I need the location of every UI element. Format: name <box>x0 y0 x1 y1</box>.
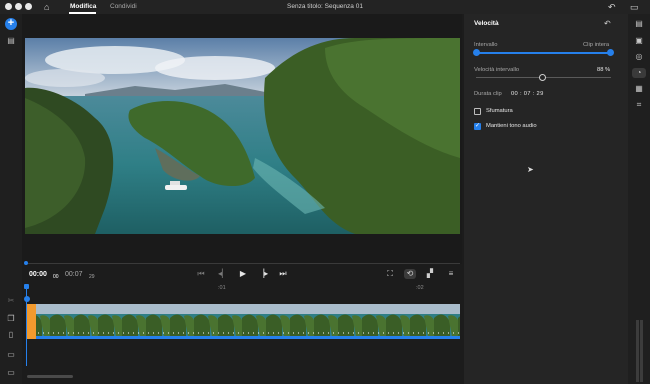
trash-icon[interactable]: ▯ <box>6 330 16 340</box>
speed-value[interactable]: 88 % <box>597 66 610 74</box>
range-end-label: Clip intera <box>583 42 610 48</box>
undo-icon[interactable]: ↶ <box>608 2 616 12</box>
title-bar: ⌂ Modifica Condividi Senza titolo: Seque… <box>0 0 650 14</box>
timeline-scrollbar[interactable] <box>27 375 73 378</box>
mouse-cursor: ➤ <box>527 165 534 174</box>
track-icon[interactable]: ▭ <box>6 350 16 360</box>
video-preview[interactable] <box>25 38 460 234</box>
feedback-icon[interactable]: ▭ <box>630 2 639 12</box>
menu-icon[interactable]: ≡ <box>445 269 457 279</box>
clip-trim-handle[interactable] <box>26 304 36 339</box>
clip-audio-waveform <box>36 332 460 334</box>
properties-icon[interactable]: ▤ <box>634 19 644 29</box>
fit-screen-icon[interactable]: ⛶ <box>384 269 396 279</box>
timeline-marker[interactable] <box>24 296 30 302</box>
sfumatura-label: Sfumatura <box>486 108 513 114</box>
scissors-icon[interactable]: ✂ <box>6 296 16 306</box>
range-label: Intervallo <box>474 42 498 48</box>
step-back-icon[interactable]: ◂▏ <box>218 269 228 279</box>
play-icon[interactable]: ▶ <box>238 269 248 279</box>
document-title: Senza titolo: Sequenza 01 <box>287 3 363 10</box>
loop-icon[interactable]: ⟲ <box>404 269 416 279</box>
playhead-handle[interactable] <box>24 284 29 289</box>
media-icon[interactable]: ▣ <box>634 36 644 46</box>
duration-value[interactable]: 00 : 07 : 29 <box>511 90 544 98</box>
current-timecode: 00:00 <box>29 271 47 278</box>
panel-title: Velocità <box>474 20 499 27</box>
duration-frames: 29 <box>89 274 95 280</box>
safe-zones-icon[interactable]: ▞ <box>424 269 436 279</box>
color-icon[interactable]: ◎ <box>634 52 644 62</box>
speed-icon[interactable]: ◔ <box>632 68 646 78</box>
crop-icon[interactable]: ⌗ <box>634 100 644 110</box>
audio-meter-right <box>640 320 643 382</box>
duration-label: Durata clip <box>474 91 502 97</box>
keep-audio-pitch-checkbox[interactable]: ✓ <box>474 123 481 130</box>
speed-slider-handle[interactable] <box>538 74 546 81</box>
layout-icon[interactable]: ▦ <box>634 84 644 94</box>
keep-audio-pitch-label: Mantieni tono audio <box>486 123 537 129</box>
audio-meter-left <box>636 320 639 382</box>
right-tool-rail: ▤ ▣ ◎ ◔ ▦ ⌗ <box>628 14 650 384</box>
sfumatura-checkbox[interactable] <box>474 108 481 115</box>
go-to-end-icon[interactable]: ⏭ <box>278 269 288 279</box>
step-forward-icon[interactable]: ▕▸ <box>258 269 268 279</box>
add-media-button[interactable]: + <box>5 18 17 30</box>
fit-icon[interactable]: ▭ <box>6 368 16 378</box>
range-start-handle[interactable] <box>473 49 480 56</box>
range-slider[interactable] <box>476 52 611 54</box>
scrub-playhead[interactable] <box>24 261 28 265</box>
range-end-handle[interactable] <box>607 49 614 56</box>
go-to-start-icon[interactable]: ⏮ <box>196 269 206 279</box>
left-tool-rail: + ▤ ✂ ❐ ▯ ▭ ▭ <box>0 14 22 384</box>
video-frame <box>25 38 460 234</box>
ruler-label-2: :02 <box>416 285 424 291</box>
media-icon[interactable]: ▤ <box>6 36 16 46</box>
speed-label: Velocità intervallo <box>474 67 520 73</box>
scrub-bar[interactable] <box>25 263 460 264</box>
reset-icon[interactable]: ↶ <box>604 19 611 28</box>
current-frames: 00 <box>53 274 59 280</box>
copy-icon[interactable]: ❐ <box>6 314 16 324</box>
ruler-label-1: :01 <box>218 285 226 291</box>
duration-timecode: 00:07 <box>65 271 83 278</box>
